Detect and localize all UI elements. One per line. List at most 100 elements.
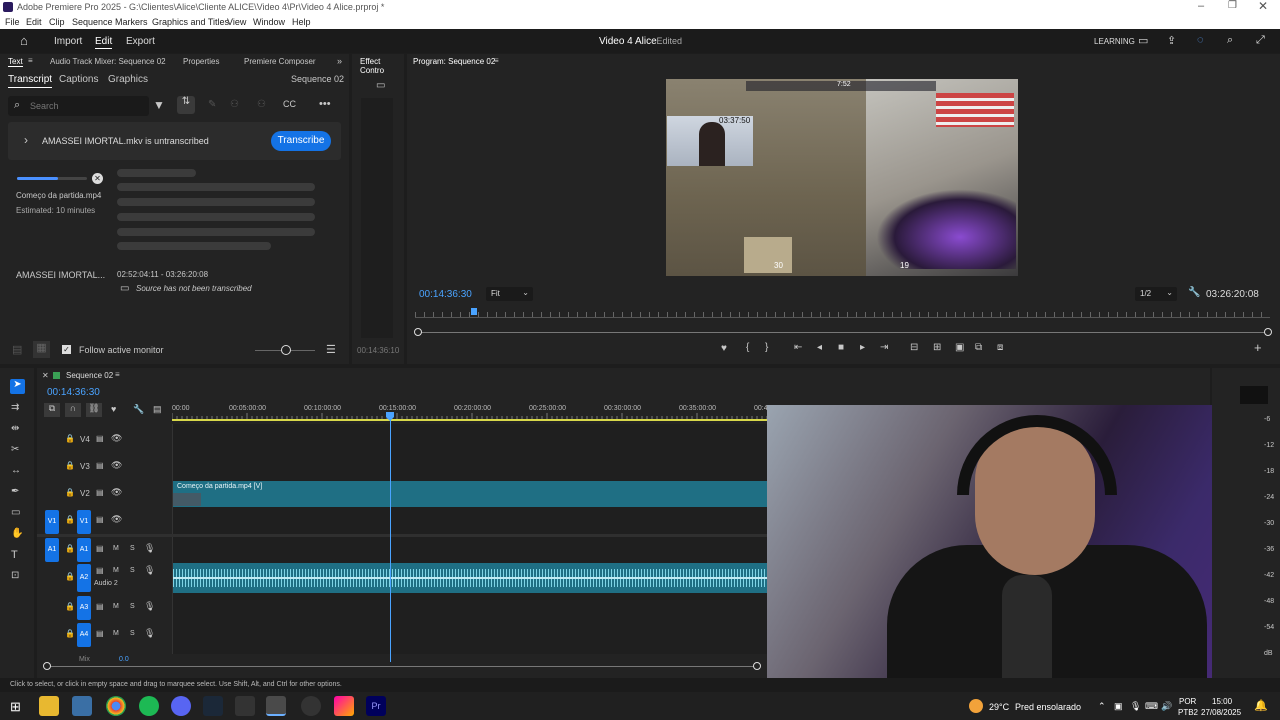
active-app-icon[interactable]	[266, 696, 286, 716]
solo-button[interactable]: S	[130, 567, 135, 574]
lock-icon[interactable]: 🔒	[65, 488, 75, 497]
mic-tray-icon[interactable]: 🎙	[1130, 701, 1141, 712]
rectangle-icon[interactable]: ▭	[11, 507, 20, 518]
progress-icon[interactable]: ◌	[1197, 34, 1204, 46]
program-menu-icon[interactable]: ≡	[494, 56, 499, 65]
add-button-icon[interactable]: +	[1254, 340, 1262, 355]
tab-program[interactable]: Program: Sequence 02	[413, 57, 495, 66]
lock-icon[interactable]: 🔒	[65, 629, 75, 638]
mic-icon[interactable]: 🎙	[144, 543, 155, 554]
mute-button[interactable]: M	[113, 603, 119, 610]
program-timecode[interactable]: 00:14:36:30	[419, 289, 472, 300]
menu-sequence[interactable]: Sequence	[72, 17, 113, 27]
sync-icon[interactable]: ▤	[96, 461, 104, 470]
step-forward-icon[interactable]: ▸	[860, 342, 865, 353]
solo-button[interactable]: S	[130, 545, 135, 552]
scrub-bar[interactable]	[417, 332, 1269, 333]
menu-help[interactable]: Help	[292, 17, 311, 27]
steam-like-icon[interactable]	[72, 696, 92, 716]
import-tab[interactable]: Import	[54, 36, 82, 47]
track-target-a4[interactable]: A4	[77, 623, 91, 647]
menu-graphics[interactable]: Graphics and Titles	[152, 17, 229, 27]
valorant-icon[interactable]	[301, 696, 321, 716]
solo-button[interactable]: S	[130, 603, 135, 610]
search-input[interactable]	[30, 98, 140, 113]
premiere-icon[interactable]: Pr	[366, 696, 386, 716]
windows-start-icon[interactable]: ⊞	[10, 699, 21, 715]
settings-sliders-icon[interactable]: ☰	[326, 343, 336, 356]
sync-icon[interactable]: ▤	[96, 566, 104, 575]
discord-icon[interactable]	[171, 696, 191, 716]
follow-monitor-checkbox[interactable]: ✓	[62, 345, 71, 354]
sequence-menu-icon[interactable]: ≡	[115, 370, 120, 379]
speaker-icon[interactable]: ⚇	[257, 99, 266, 110]
captions-display-icon[interactable]: ▤	[153, 404, 162, 415]
speaker-tray-icon[interactable]: 🔊	[1161, 701, 1172, 712]
zoom-slider-handle[interactable]	[281, 345, 291, 355]
fit-select[interactable]: Fit ⌄	[486, 287, 533, 301]
sync-icon[interactable]: ▤	[96, 434, 104, 443]
solo-button[interactable]: S	[130, 630, 135, 637]
maximize-icon[interactable]: ❐	[1228, 0, 1237, 11]
people-icon[interactable]: ⚇	[230, 99, 239, 110]
weather-temp[interactable]: 29°C	[989, 702, 1009, 712]
mini-playhead[interactable]	[471, 308, 477, 315]
quick-export-icon[interactable]: ⇪	[1167, 34, 1176, 47]
language-bottom[interactable]: PTB2	[1178, 708, 1198, 717]
step-back-icon[interactable]: ◂	[817, 342, 822, 353]
selection-tool-icon[interactable]: ➤	[10, 379, 25, 394]
go-to-out-icon[interactable]: ⇥	[880, 342, 888, 353]
camera-icon[interactable]: ▣	[955, 342, 964, 353]
language-top[interactable]: POR	[1179, 697, 1196, 706]
caption-tool-icon[interactable]: ⊡	[11, 570, 19, 581]
tab-graphics[interactable]: Graphics	[108, 74, 148, 85]
more-tabs-icon[interactable]: »	[337, 56, 342, 66]
eye-icon[interactable]: 👁	[111, 460, 122, 471]
network-icon[interactable]: ⌨	[1145, 701, 1158, 712]
sort-icon[interactable]: ⇅	[177, 96, 195, 114]
track-target-a1[interactable]: A1	[77, 538, 91, 562]
file-explorer-icon[interactable]	[39, 696, 59, 716]
mute-button[interactable]: M	[113, 545, 119, 552]
filter-icon[interactable]: ▼	[153, 98, 165, 112]
lock-icon[interactable]: 🔒	[65, 461, 75, 470]
timeline-timecode[interactable]: 00:14:36:30	[47, 387, 100, 398]
eye-icon[interactable]: 👁	[111, 487, 122, 498]
sync-icon[interactable]: ▤	[96, 515, 104, 524]
go-to-in-icon[interactable]: ⇤	[794, 342, 802, 353]
comparison-view-icon[interactable]: ⧉	[975, 342, 982, 353]
stop-icon[interactable]: ■	[838, 342, 844, 353]
extract-icon[interactable]: ⊞	[933, 342, 941, 353]
tab-captions[interactable]: Captions	[59, 74, 98, 85]
mark-in-icon[interactable]: {	[746, 342, 749, 353]
menu-view[interactable]: View	[227, 17, 246, 27]
sync-icon[interactable]: ▤	[96, 602, 104, 611]
lock-icon[interactable]: 🔒	[65, 434, 75, 443]
chrome-icon[interactable]	[106, 696, 126, 716]
steam-icon[interactable]	[203, 696, 223, 716]
close-tab-icon[interactable]: ✕	[42, 371, 49, 380]
captions-icon[interactable]: CC	[283, 99, 296, 109]
close-icon[interactable]: ✕	[1258, 0, 1268, 13]
app2-icon[interactable]	[334, 696, 354, 716]
panel-layout2-icon[interactable]: ▦	[33, 341, 50, 358]
slip-icon[interactable]: ↔	[11, 465, 21, 476]
transcribe-button[interactable]: Transcribe	[271, 131, 331, 151]
type-icon[interactable]: T	[11, 549, 18, 561]
resolution-select[interactable]: 1/2 ⌄	[1135, 287, 1177, 301]
search-field[interactable]: ⌕	[8, 96, 149, 116]
razor-icon[interactable]: ✂	[11, 444, 19, 455]
weather-desc[interactable]: Pred ensolarado	[1015, 702, 1081, 712]
sync-icon[interactable]: ▤	[96, 544, 104, 553]
menu-edit[interactable]: Edit	[26, 17, 42, 27]
scroll-end-handle[interactable]	[753, 662, 761, 670]
track-target-a3[interactable]: A3	[77, 596, 91, 620]
track-target-v1[interactable]: V1	[77, 510, 91, 534]
learning-button[interactable]: LEARNING	[1094, 37, 1135, 46]
panel-menu-icon[interactable]: ≡	[28, 56, 33, 65]
scrub-start-handle[interactable]	[414, 328, 422, 336]
scrub-end-handle[interactable]	[1264, 328, 1272, 336]
tab-transcript[interactable]: Transcript	[8, 74, 53, 88]
panel-icon[interactable]: ▭	[1138, 34, 1148, 47]
hand-icon[interactable]: ✋	[11, 528, 23, 539]
